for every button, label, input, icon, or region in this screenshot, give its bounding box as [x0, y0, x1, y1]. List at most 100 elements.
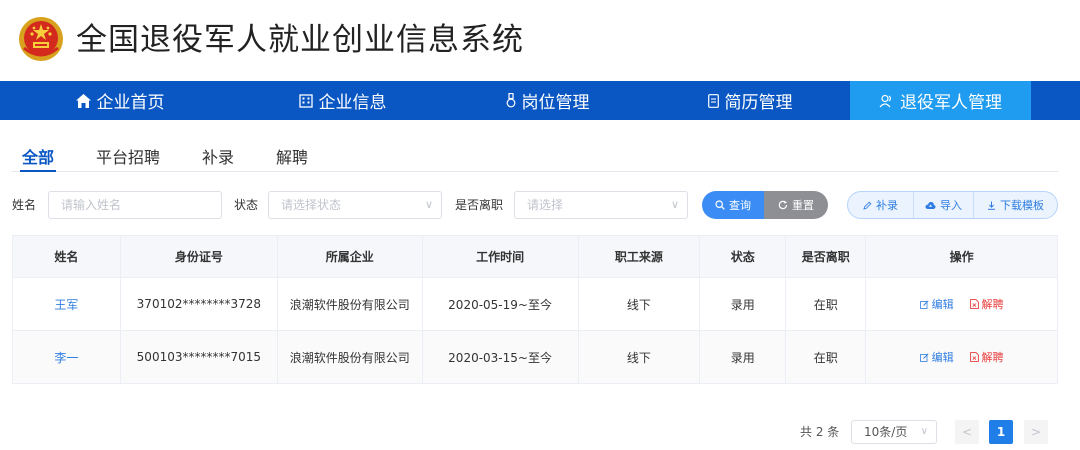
- dismiss-button[interactable]: 解聘: [969, 349, 1004, 365]
- actions-cell: 编辑 解聘: [865, 277, 1058, 331]
- source-cell: 线下: [578, 330, 701, 384]
- name-input[interactable]: 请输入姓名: [48, 191, 222, 219]
- import-label: 导入: [940, 199, 962, 212]
- home-icon: [75, 93, 91, 108]
- nav-item-home[interactable]: 企业首页: [0, 81, 240, 120]
- nav-item-veteran-management[interactable]: 退役军人管理: [850, 81, 1031, 120]
- company-cell: 浪潮软件股份有限公司: [277, 330, 423, 384]
- nav-item-resume-management[interactable]: 简历管理: [650, 81, 850, 120]
- edit-label: 编辑: [931, 298, 954, 312]
- chevron-down-icon: ∨: [920, 426, 928, 437]
- name-placeholder: 请输入姓名: [61, 198, 122, 212]
- building-icon: [298, 93, 313, 108]
- veteran-name-link[interactable]: 王军: [54, 298, 78, 312]
- document-x-icon: [969, 351, 979, 362]
- status-cell: 录用: [699, 330, 787, 384]
- column-header-resigned: 是否离职: [785, 235, 867, 278]
- table-row: 王军 370102********3728 浪潮软件股份有限公司 2020-05…: [12, 277, 1058, 331]
- nav-label: 企业信息: [318, 93, 387, 113]
- period-cell: 2020-05-19~至今: [422, 277, 579, 331]
- edit-label: 编辑: [931, 351, 954, 365]
- site-title: 全国退役军人就业创业信息系统: [76, 22, 524, 58]
- page-1-button[interactable]: 1: [989, 420, 1013, 444]
- period-cell: 2020-03-15~至今: [422, 330, 579, 384]
- resigned-cell: 在职: [785, 330, 867, 384]
- document-icon: [707, 93, 719, 108]
- tab-dismiss[interactable]: 解聘: [266, 140, 318, 171]
- nav-item-job-management[interactable]: 岗位管理: [445, 81, 650, 120]
- resigned-select[interactable]: 请选择 ∨: [514, 191, 688, 219]
- edit-button[interactable]: 编辑: [919, 349, 954, 365]
- download-template-button[interactable]: 下载模板: [974, 192, 1057, 218]
- status-label: 状态: [234, 198, 259, 212]
- name-cell: 李一: [12, 330, 121, 384]
- veteran-table: 姓名 身份证号 所属企业 工作时间 职工来源 状态 是否离职 操作 王军 370…: [12, 235, 1058, 384]
- veteran-name-link[interactable]: 李一: [54, 351, 78, 365]
- download-label: 下载模板: [1000, 199, 1044, 212]
- table-header-row: 姓名 身份证号 所属企业 工作时间 职工来源 状态 是否离职 操作: [12, 235, 1058, 278]
- name-cell: 王军: [12, 277, 121, 331]
- status-cell: 录用: [699, 277, 787, 331]
- id-cell: 370102********3728: [120, 277, 278, 331]
- action-button-group: 补录 导入 下载模板: [847, 191, 1058, 219]
- column-header-id: 身份证号: [120, 235, 278, 278]
- column-header-source: 职工来源: [578, 235, 701, 278]
- column-header-status: 状态: [699, 235, 787, 278]
- prev-page-button[interactable]: <: [955, 420, 979, 444]
- badge-icon: [506, 93, 516, 108]
- national-emblem-logo: [19, 17, 63, 61]
- dismiss-label: 解聘: [981, 297, 1004, 311]
- reset-label: 重置: [792, 199, 814, 212]
- page-size-select[interactable]: 10条/页 ∨: [851, 420, 937, 444]
- edit-icon: [919, 353, 929, 362]
- chevron-down-icon: ∨: [424, 198, 433, 211]
- app-header: 全国退役军人就业创业信息系统: [0, 0, 1080, 80]
- users-icon: [879, 94, 894, 108]
- cloud-upload-icon: [925, 201, 936, 210]
- name-label: 姓名: [12, 198, 37, 212]
- status-placeholder: 请选择状态: [281, 198, 342, 212]
- search-bar: 姓名 请输入姓名 状态 请选择状态 ∨ 是否离职 请选择 ∨ 查询 重置 补录: [12, 191, 1062, 219]
- import-button[interactable]: 导入: [914, 192, 974, 218]
- company-cell: 浪潮软件股份有限公司: [277, 277, 423, 331]
- tab-all[interactable]: 全部: [12, 140, 64, 172]
- search-icon: [715, 200, 725, 210]
- nav-label: 简历管理: [724, 93, 793, 113]
- query-label: 查询: [729, 199, 751, 212]
- resigned-label: 是否离职: [455, 198, 504, 212]
- table-row: 李一 500103********7015 浪潮软件股份有限公司 2020-03…: [12, 330, 1058, 384]
- nav-item-company-info[interactable]: 企业信息: [240, 81, 445, 120]
- document-x-icon: [969, 298, 979, 309]
- refresh-icon: [778, 200, 788, 210]
- dismiss-label: 解聘: [981, 350, 1004, 364]
- nav-label: 退役军人管理: [900, 93, 1002, 113]
- actions-cell: 编辑 解聘: [865, 330, 1058, 384]
- total-count: 共 2 条: [800, 425, 840, 439]
- column-header-name: 姓名: [12, 235, 121, 278]
- dismiss-button[interactable]: 解聘: [969, 296, 1004, 312]
- column-header-actions: 操作: [865, 235, 1058, 278]
- status-select[interactable]: 请选择状态 ∨: [268, 191, 442, 219]
- source-cell: 线下: [578, 277, 701, 331]
- chevron-down-icon: ∨: [670, 198, 679, 211]
- edit-icon: [919, 300, 929, 309]
- edit-button[interactable]: 编辑: [919, 296, 954, 312]
- supplement-label: 补录: [876, 199, 898, 212]
- id-cell: 500103********7015: [120, 330, 278, 384]
- filter-tabs: 全部 平台招聘 补录 解聘: [12, 140, 1058, 172]
- tab-platform-recruit[interactable]: 平台招聘: [86, 140, 170, 171]
- nav-label: 岗位管理: [521, 93, 590, 113]
- query-button[interactable]: 查询: [702, 191, 764, 219]
- resigned-cell: 在职: [785, 277, 867, 331]
- reset-button[interactable]: 重置: [764, 191, 828, 219]
- page-size-value: 10条/页: [864, 425, 908, 439]
- pencil-icon: [863, 201, 872, 210]
- supplement-button[interactable]: 补录: [848, 192, 914, 218]
- nav-label: 企业首页: [96, 93, 165, 113]
- column-header-company: 所属企业: [277, 235, 423, 278]
- column-header-period: 工作时间: [422, 235, 579, 278]
- tab-supplement[interactable]: 补录: [192, 140, 244, 171]
- resigned-placeholder: 请选择: [527, 198, 564, 212]
- next-page-button[interactable]: >: [1024, 420, 1048, 444]
- download-icon: [987, 201, 996, 210]
